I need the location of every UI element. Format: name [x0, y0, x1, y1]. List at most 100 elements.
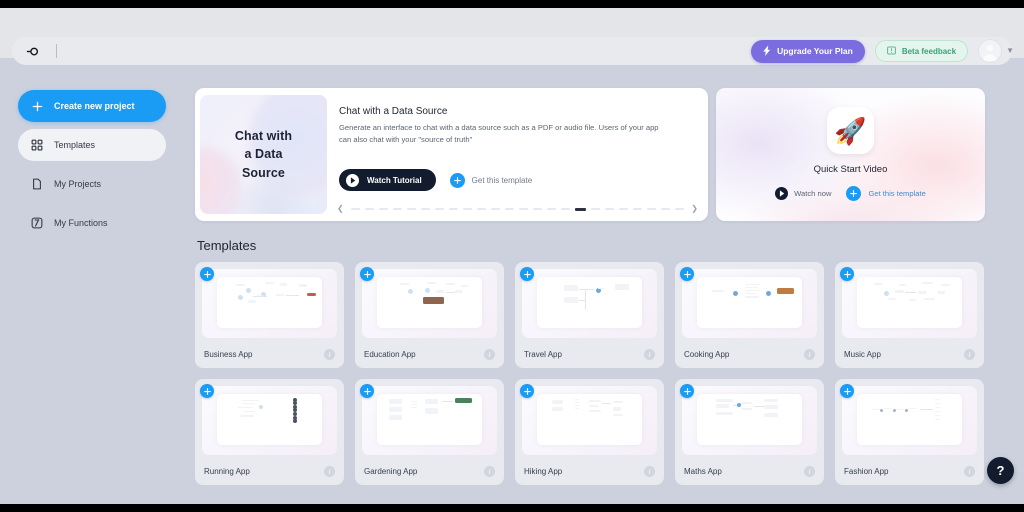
wireframe-node: [934, 419, 940, 421]
wireframe-node: [888, 298, 896, 301]
template-card[interactable]: Maths App i: [675, 379, 824, 485]
wireframe-node: [612, 413, 624, 417]
template-thumbnail-wireframe: [216, 276, 323, 328]
carousel-dash[interactable]: [661, 208, 671, 210]
template-name: Travel App: [524, 350, 562, 359]
carousel-dash[interactable]: [434, 208, 444, 210]
wireframe-node: [776, 287, 794, 295]
sidebar-item-create-new-project[interactable]: Create new project: [18, 90, 166, 122]
wireframe-node: [246, 287, 252, 293]
template-name: Maths App: [684, 467, 722, 476]
wireframe-node: [715, 398, 733, 402]
wireframe-node: [442, 400, 453, 402]
info-icon[interactable]: i: [484, 466, 495, 477]
carousel-dash[interactable]: [546, 208, 556, 210]
sidebar-item-templates[interactable]: Templates: [18, 129, 166, 161]
info-icon[interactable]: i: [964, 349, 975, 360]
chevron-right-icon[interactable]: ❯: [689, 205, 700, 213]
watch-now-button[interactable]: Watch now: [775, 187, 831, 200]
sidebar-item-my-projects[interactable]: My Projects: [18, 168, 166, 200]
template-card[interactable]: Fashion App i: [835, 379, 984, 485]
carousel-dash[interactable]: [504, 208, 514, 210]
carousel-dash[interactable]: [476, 208, 486, 210]
info-icon[interactable]: i: [484, 349, 495, 360]
info-icon[interactable]: i: [804, 466, 815, 477]
template-name: Running App: [204, 467, 250, 476]
chevron-left-icon[interactable]: ❮: [335, 205, 346, 213]
carousel-dash[interactable]: [420, 208, 430, 210]
wireframe-node: [574, 401, 579, 403]
carousel-dash[interactable]: [560, 208, 570, 210]
wireframe-node: [242, 399, 259, 402]
get-this-template-button[interactable]: Get this template: [449, 172, 532, 188]
wireframe-node: [237, 294, 243, 300]
template-thumbnail: [842, 269, 977, 338]
carousel-dash[interactable]: [675, 208, 685, 210]
watch-tutorial-button[interactable]: Watch Tutorial: [339, 169, 436, 191]
carousel-dash[interactable]: [392, 208, 402, 210]
template-card[interactable]: Cooking App i: [675, 262, 824, 368]
wireframe-node: [602, 402, 611, 404]
carousel-dash[interactable]: [574, 207, 586, 211]
carousel-dash[interactable]: [518, 208, 528, 210]
carousel-dash[interactable]: [406, 208, 416, 210]
template-card[interactable]: Travel App i: [515, 262, 664, 368]
carousel-dashes[interactable]: [350, 207, 685, 211]
wireframe-node: [446, 282, 455, 286]
wireframe-node: [909, 299, 916, 301]
quick-get-this-template-button[interactable]: Get this template: [846, 186, 926, 201]
template-card[interactable]: Hiking App i: [515, 379, 664, 485]
info-icon[interactable]: i: [324, 349, 335, 360]
quick-start-video-card[interactable]: 🚀 Quick Start Video Watch now Get this t…: [716, 88, 985, 221]
add-template-button[interactable]: [680, 267, 694, 281]
carousel-dash[interactable]: [378, 208, 388, 210]
beta-feedback-label: Beta feedback: [901, 46, 957, 56]
help-button[interactable]: ?: [987, 457, 1014, 484]
carousel-dash[interactable]: [619, 208, 628, 210]
target-logo-icon: [22, 40, 44, 62]
template-thumbnail-wireframe: [856, 393, 963, 445]
info-icon[interactable]: i: [644, 349, 655, 360]
info-icon[interactable]: i: [964, 466, 975, 477]
carousel-dash[interactable]: [490, 208, 500, 210]
template-card[interactable]: Music App i: [835, 262, 984, 368]
carousel-dash[interactable]: [590, 208, 600, 210]
add-template-button[interactable]: [360, 384, 374, 398]
wireframe-node: [880, 408, 884, 413]
template-card[interactable]: Running App i: [195, 379, 344, 485]
wireframe-node: [248, 300, 256, 303]
account-menu[interactable]: ▼: [978, 39, 1014, 63]
add-template-button[interactable]: [520, 267, 534, 281]
plus-icon: [30, 99, 44, 113]
carousel-dash[interactable]: [448, 208, 458, 210]
sidebar-item-my-functions[interactable]: My Functions: [18, 207, 166, 239]
add-template-button[interactable]: [840, 384, 854, 398]
carousel-dash[interactable]: [633, 208, 643, 210]
carousel-dash[interactable]: [604, 208, 614, 210]
featured-template-card[interactable]: Chat with a Data Source Chat with a Data…: [195, 88, 708, 221]
carousel-dash[interactable]: [532, 208, 542, 210]
add-template-button[interactable]: [840, 267, 854, 281]
add-template-button[interactable]: [520, 384, 534, 398]
upgrade-plan-button[interactable]: Upgrade Your Plan: [751, 39, 865, 63]
wireframe-node: [435, 289, 445, 293]
carousel-dash[interactable]: [647, 208, 657, 210]
play-icon: [775, 187, 789, 200]
featured-thumbnail-text: Chat with a Data Source: [234, 129, 293, 180]
sidebar-item-label: My Projects: [54, 179, 102, 189]
info-icon[interactable]: i: [644, 466, 655, 477]
template-card[interactable]: Gardening App i: [355, 379, 504, 485]
add-template-button[interactable]: [200, 384, 214, 398]
add-template-button[interactable]: [200, 267, 214, 281]
carousel-dash[interactable]: [364, 208, 374, 210]
grid-icon: [30, 138, 44, 152]
add-template-button[interactable]: [360, 267, 374, 281]
carousel-dash[interactable]: [462, 208, 472, 210]
template-card[interactable]: Education App i: [355, 262, 504, 368]
info-icon[interactable]: i: [804, 349, 815, 360]
template-card[interactable]: Business App i: [195, 262, 344, 368]
carousel-dash[interactable]: [350, 208, 360, 210]
add-template-button[interactable]: [680, 384, 694, 398]
beta-feedback-button[interactable]: Beta feedback: [874, 40, 969, 62]
info-icon[interactable]: i: [324, 466, 335, 477]
